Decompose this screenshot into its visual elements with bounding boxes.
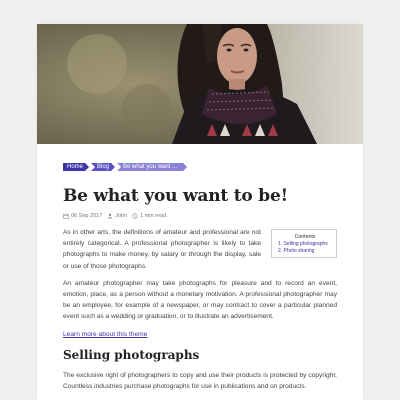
post-author-text: John xyxy=(115,213,128,219)
paragraph-amateur: An amateur photographer may take photogr… xyxy=(63,279,337,321)
intro-section: As in other arts, the definitions of ama… xyxy=(63,227,337,272)
breadcrumb-current: Be what you want ... xyxy=(117,163,187,171)
toc-title: Contents xyxy=(294,234,316,240)
section-heading-selling: Selling photographs xyxy=(63,347,200,362)
breadcrumb: Home Blog Be what you want ... xyxy=(63,162,337,172)
post-date-text: 06 Sep 2017 xyxy=(71,213,103,219)
breadcrumb-blog[interactable]: Blog xyxy=(91,163,115,171)
table-of-contents: Contents 1. Selling photographs 2. Photo… xyxy=(271,229,337,258)
intro-paragraph: As in other arts, the definitions of ama… xyxy=(63,229,261,270)
post-read-time-text: 1 min read. xyxy=(140,213,168,219)
hero-image xyxy=(37,24,363,144)
user-icon xyxy=(107,213,113,219)
paragraph-selling: The exclusive right of photographers to … xyxy=(63,371,337,390)
breadcrumb-home[interactable]: Home xyxy=(63,163,89,171)
toc-item-selling-photographs[interactable]: 1. Selling photographs xyxy=(278,241,332,248)
learn-more-link[interactable]: Learn more about this theme xyxy=(63,330,147,340)
post-read-time: 1 min read. xyxy=(132,213,168,219)
article-card: Home Blog Be what you want ... Be what y… xyxy=(37,24,363,400)
toc-item-photo-sharing[interactable]: 2. Photo sharing xyxy=(278,248,332,255)
post-author: John xyxy=(107,213,127,219)
hero-photo-illustration xyxy=(37,24,363,144)
page-title: Be what you want to be! xyxy=(63,186,288,206)
post-date: 06 Sep 2017 xyxy=(63,213,102,219)
post-meta: 06 Sep 2017 John 1 min read. xyxy=(63,213,337,219)
clock-icon xyxy=(132,213,138,219)
calendar-icon xyxy=(63,213,69,219)
